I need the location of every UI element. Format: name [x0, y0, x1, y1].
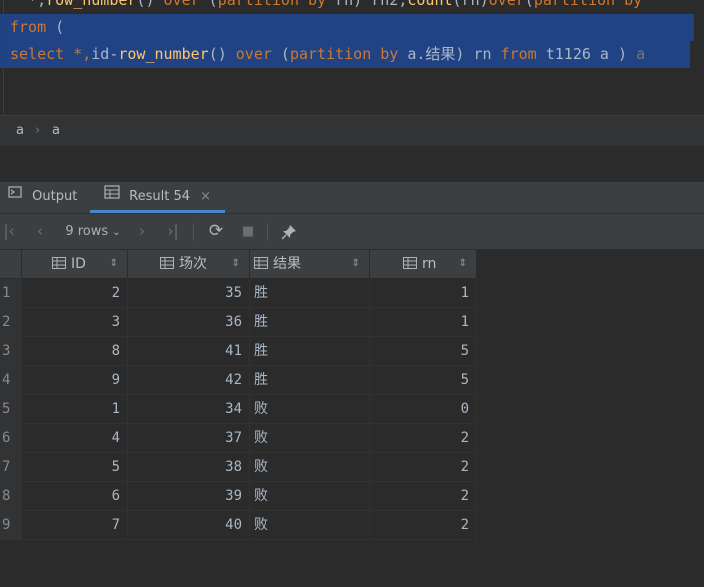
sort-icon[interactable]: ⇕	[232, 250, 240, 278]
breadcrumb-item-2[interactable]: a	[52, 116, 60, 146]
toolbar-divider	[193, 223, 194, 241]
chevron-down-icon: ⌄	[112, 227, 121, 238]
column-header-rn[interactable]: rn ⇕	[370, 250, 477, 279]
cell-id[interactable]: 2	[22, 279, 128, 308]
pin-icon[interactable]	[278, 214, 300, 249]
cell-id[interactable]: 4	[22, 424, 128, 453]
row-number[interactable]: 7	[0, 453, 22, 482]
rows-count-dropdown[interactable]: 9 rows ⌄	[62, 214, 124, 249]
cell-result[interactable]: 败	[250, 424, 370, 453]
stop-icon[interactable]: ■	[238, 214, 258, 249]
cell-id[interactable]: 7	[22, 511, 128, 540]
code-line-3: select *,id-row_number() over (partition…	[0, 41, 690, 68]
results-toolbar: |‹ ‹ 9 rows ⌄ › ›| ⟳ ■	[0, 214, 704, 250]
cell-round[interactable]: 40	[128, 511, 250, 540]
cell-round[interactable]: 38	[128, 453, 250, 482]
cell-round[interactable]: 36	[128, 308, 250, 337]
rows-count-label: 9 rows	[65, 224, 109, 239]
cell-rn[interactable]: 2	[370, 424, 477, 453]
row-number[interactable]: 8	[0, 482, 22, 511]
editor-gutter	[3, 0, 4, 115]
row-number[interactable]: 9	[0, 511, 22, 540]
row-number[interactable]: 4	[0, 366, 22, 395]
cell-result[interactable]: 胜	[250, 308, 370, 337]
next-page-button[interactable]: ›	[132, 214, 152, 249]
toolbar-divider	[267, 223, 268, 241]
row-number-header	[0, 250, 22, 279]
cell-round[interactable]: 35	[128, 279, 250, 308]
cell-rn[interactable]: 5	[370, 337, 477, 366]
column-header-result[interactable]: 结果 ⇕	[250, 250, 370, 279]
cell-id[interactable]: 5	[22, 453, 128, 482]
cell-result[interactable]: 败	[250, 482, 370, 511]
column-icon	[254, 251, 268, 269]
code-line-2: from (	[0, 14, 694, 41]
cell-round[interactable]: 42	[128, 366, 250, 395]
last-page-button[interactable]: ›|	[162, 214, 184, 249]
breadcrumb-item-1[interactable]: a	[16, 116, 24, 146]
cell-rn[interactable]: 5	[370, 366, 477, 395]
cell-rn[interactable]: 2	[370, 511, 477, 540]
breadcrumb: a › a	[0, 115, 704, 147]
column-header-id[interactable]: ID ⇕	[22, 250, 128, 279]
table-icon	[104, 182, 120, 210]
sort-icon[interactable]: ⇕	[459, 250, 467, 278]
row-number[interactable]: 1	[0, 279, 22, 308]
tab-result-54[interactable]: Result 54 ×	[90, 182, 226, 213]
panel-spacer	[0, 146, 704, 182]
cell-round[interactable]: 34	[128, 395, 250, 424]
cell-id[interactable]: 9	[22, 366, 128, 395]
tab-output[interactable]: Output	[8, 182, 77, 213]
cell-rn[interactable]: 1	[370, 308, 477, 337]
cell-result[interactable]: 胜	[250, 279, 370, 308]
cell-id[interactable]: 1	[22, 395, 128, 424]
column-icon	[52, 251, 66, 269]
cell-id[interactable]: 3	[22, 308, 128, 337]
sort-icon[interactable]: ⇕	[110, 250, 118, 278]
prev-page-button[interactable]: ‹	[30, 214, 50, 249]
cell-round[interactable]: 41	[128, 337, 250, 366]
close-icon[interactable]: ×	[200, 189, 211, 204]
cell-rn[interactable]: 2	[370, 482, 477, 511]
cell-id[interactable]: 8	[22, 337, 128, 366]
output-icon	[8, 182, 22, 210]
cell-rn[interactable]: 0	[370, 395, 477, 424]
row-number[interactable]: 5	[0, 395, 22, 424]
cell-round[interactable]: 39	[128, 482, 250, 511]
sql-editor[interactable]: *,row_number() over (partition by rn) rn…	[0, 0, 704, 115]
cell-result[interactable]: 胜	[250, 337, 370, 366]
tab-output-label: Output	[32, 188, 78, 204]
results-tab-bar: Output Result 54 ×	[0, 182, 704, 214]
cell-result[interactable]: 败	[250, 511, 370, 540]
sort-icon[interactable]: ⇕	[352, 250, 360, 278]
tab-result-label: Result 54	[129, 188, 190, 204]
row-number[interactable]: 6	[0, 424, 22, 453]
cell-rn[interactable]: 2	[370, 453, 477, 482]
cell-id[interactable]: 6	[22, 482, 128, 511]
code-line-1: *,row_number() over (partition by rn) rn…	[10, 0, 643, 9]
cell-result[interactable]: 胜	[250, 366, 370, 395]
cell-round[interactable]: 37	[128, 424, 250, 453]
cell-result[interactable]: 败	[250, 395, 370, 424]
breadcrumb-separator: ›	[35, 123, 41, 138]
grid-empty-area	[477, 250, 704, 587]
column-header-round[interactable]: 场次 ⇕	[128, 250, 250, 279]
cell-result[interactable]: 败	[250, 453, 370, 482]
refresh-icon[interactable]: ⟳	[204, 214, 228, 249]
row-number[interactable]: 2	[0, 308, 22, 337]
cell-rn[interactable]: 1	[370, 279, 477, 308]
row-number[interactable]: 3	[0, 337, 22, 366]
first-page-button[interactable]: |‹	[0, 214, 18, 249]
column-icon	[160, 251, 174, 269]
column-icon	[403, 251, 417, 269]
